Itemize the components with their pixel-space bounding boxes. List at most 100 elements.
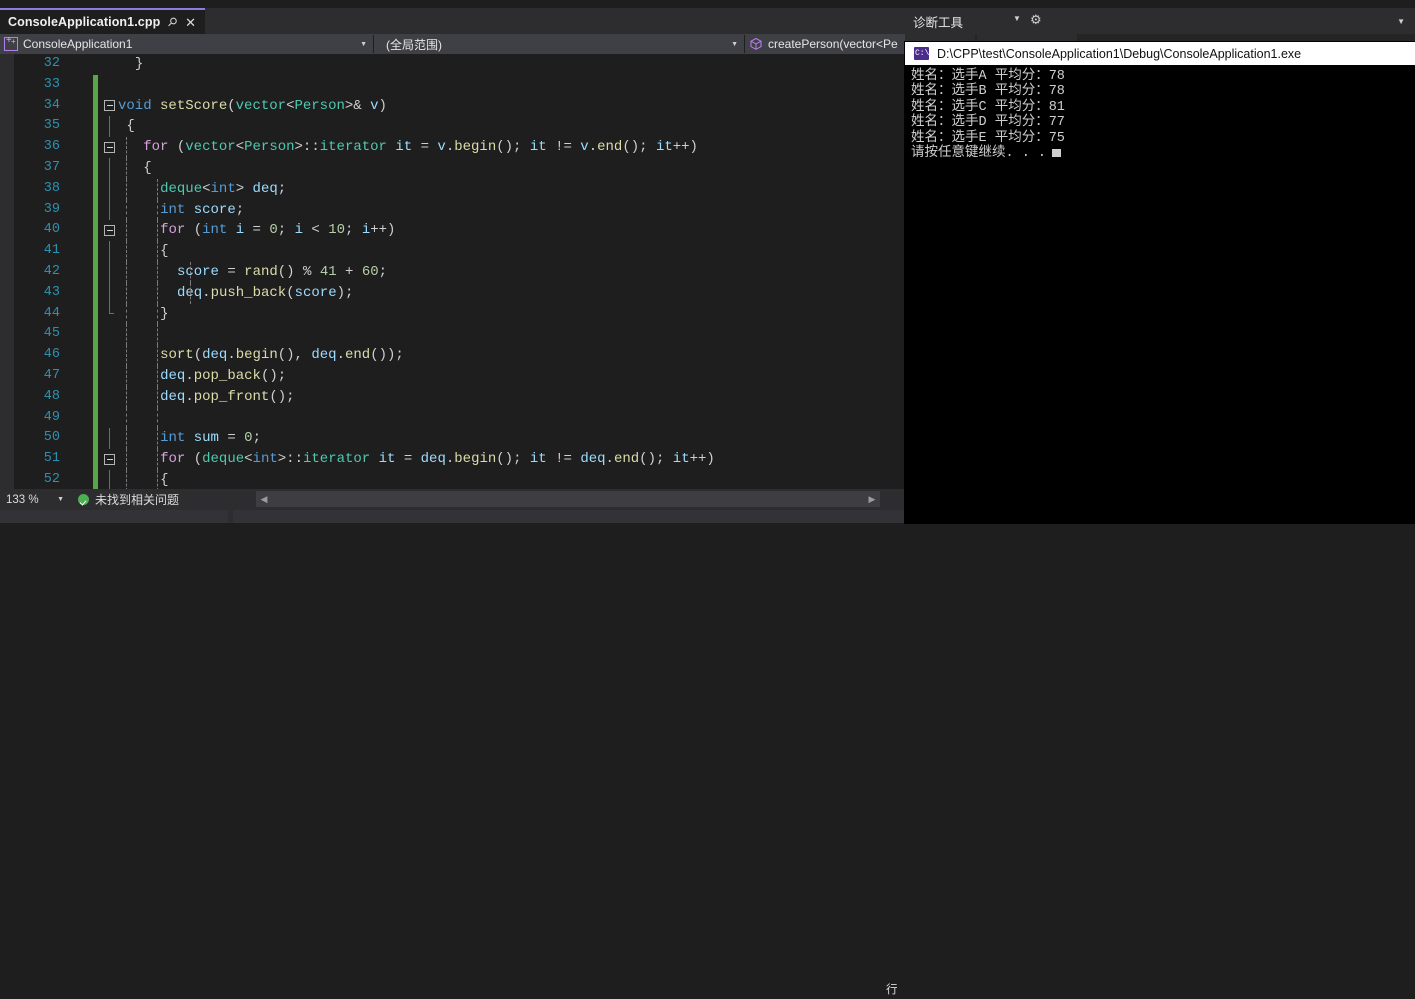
code-editor[interactable]: 32} 33 34 void setScore(vector<Person>& v) 3… — [0, 54, 905, 489]
code-token: pop_front — [193, 388, 270, 405]
outline-vertical-line — [109, 199, 110, 221]
console-output-line: 姓名：选手D 平均分：77 — [911, 115, 1065, 131]
line-number: 35 — [43, 118, 60, 134]
code-tokens: void setScore(vector<Person>& v) — [118, 98, 387, 114]
change-marker — [93, 386, 98, 408]
code-text: deque<int> deq; — [118, 178, 286, 200]
code-token: = — [218, 430, 245, 447]
code-token: + — [336, 263, 362, 280]
code-token: int — [160, 430, 186, 447]
console-output-line: 姓名：选手B 平均分：78 — [911, 84, 1065, 100]
code-line[interactable]: 47 deq.pop_back(); — [0, 365, 905, 387]
collapse-toggle-icon[interactable] — [104, 100, 115, 112]
code-token: () — [639, 451, 656, 468]
code-token: . — [445, 451, 455, 468]
issues-status[interactable]: 未找到相关问题 — [78, 489, 179, 510]
console-window[interactable]: D:\CPP\test\ConsoleApplication1\Debug\Co… — [905, 42, 1415, 523]
line-number: 52 — [43, 471, 60, 487]
close-icon[interactable]: ✕ — [185, 16, 196, 29]
cpp-project-icon — [4, 35, 18, 51]
console-output-line: 请按任意键继续. . . — [911, 146, 1415, 161]
project-selector-dropdown[interactable]: ConsoleApplication1 ▼ — [4, 35, 374, 53]
code-line[interactable]: 43 deq.push_back(score); — [0, 282, 905, 304]
line-number: 51 — [43, 451, 60, 467]
code-line[interactable]: 36 for (vector<Person>::iterator it = v.b… — [0, 137, 905, 158]
line-number: 45 — [43, 326, 60, 342]
member-selector-dropdown[interactable]: createPerson(vector<Pe — [749, 35, 905, 53]
scope-selector-label: (全局范围) — [386, 37, 442, 52]
visual-studio-window: ConsoleApplication1.cpp ⚲ ✕ ConsoleAppli… — [0, 0, 1415, 996]
code-token: 10 — [328, 222, 346, 239]
code-line[interactable]: 39 int score; — [0, 199, 905, 221]
code-line[interactable]: 41 { — [0, 241, 905, 262]
change-marker — [93, 74, 98, 96]
code-line[interactable]: 37 { — [0, 157, 905, 179]
code-token: ++) — [370, 222, 396, 239]
document-tab-consoleapplication1-cpp[interactable]: ConsoleApplication1.cpp ⚲ ✕ — [0, 8, 205, 34]
code-line[interactable]: 50 int sum = 0; — [0, 428, 905, 450]
caret-right-icon[interactable]: ▶ — [864, 491, 880, 507]
code-text: deq.push_back(score); — [118, 282, 353, 304]
code-line[interactable]: 38 deque<int> deq; — [0, 178, 905, 200]
code-line[interactable]: 49 — [0, 407, 905, 429]
zoom-level-control[interactable]: 133 % ▼ — [0, 489, 72, 510]
code-tokens: deque<int> deq; — [160, 181, 286, 197]
collapse-toggle-icon[interactable] — [104, 141, 115, 153]
code-text: { — [118, 241, 169, 262]
code-line[interactable]: 46 sort(deq.begin(), deq.end()); — [0, 345, 905, 366]
console-output-area[interactable]: 姓名：选手A 平均分：78 姓名：选手B 平均分：78 姓名：选手C 平均分：81 姓… — [905, 65, 1415, 523]
code-tokens: deq.pop_front(); — [160, 389, 294, 405]
collapse-toggle-icon[interactable] — [104, 453, 115, 465]
chevron-down-icon[interactable]: ▼ — [1397, 17, 1405, 26]
change-marker — [93, 469, 98, 489]
code-tokens: deq.pop_back(); — [160, 368, 286, 384]
code-token: void — [118, 97, 152, 114]
line-number: 48 — [43, 388, 60, 404]
line-number: 43 — [43, 284, 60, 300]
code-token: Person — [294, 97, 345, 114]
code-token: setScore — [160, 97, 228, 114]
outline-vertical-line — [109, 178, 110, 200]
console-window-title: D:\CPP\test\ConsoleApplication1\Debug\Co… — [937, 46, 1302, 61]
code-line[interactable]: 40 for (int i = 0; i < 10; i++) — [0, 220, 905, 242]
console-output-line: 姓名：选手C 平均分：81 — [911, 99, 1065, 115]
code-line[interactable]: 42 score = rand() % 41 + 60; — [0, 261, 905, 283]
code-text: sort(deq.begin(), deq.end()); — [118, 345, 404, 366]
code-line[interactable]: 48 deq.pop_front(); — [0, 386, 905, 408]
code-line[interactable]: 32} — [0, 54, 905, 75]
bottom-bar-segment-left — [0, 510, 228, 523]
bottom-bar-segment-right — [233, 510, 905, 523]
code-token: ( — [193, 347, 203, 364]
code-line[interactable]: 45 — [0, 324, 905, 346]
console-window-titlebar[interactable]: D:\CPP\test\ConsoleApplication1\Debug\Co… — [905, 42, 1415, 65]
code-token: (), — [277, 347, 312, 364]
gear-icon[interactable]: ⚙ — [1030, 13, 1044, 27]
caret-left-icon[interactable]: ◀ — [256, 491, 272, 507]
code-line[interactable]: 34 void setScore(vector<Person>& v) — [0, 95, 905, 117]
code-tokens: { — [143, 160, 151, 176]
tab-row-empty-area — [205, 8, 905, 34]
code-token: score — [176, 263, 219, 280]
line-number: 41 — [43, 243, 60, 259]
code-text: int score; — [118, 199, 244, 221]
scope-selector-dropdown[interactable]: (全局范围) ▼ — [378, 35, 745, 53]
code-token: ; — [277, 180, 287, 197]
code-line[interactable]: 33 — [0, 74, 905, 96]
code-token: != — [546, 451, 581, 468]
change-marker — [93, 282, 98, 304]
chevron-down-icon[interactable]: ▼ — [1013, 14, 1021, 23]
code-line[interactable]: 35 { — [0, 116, 905, 138]
collapse-toggle-icon[interactable] — [104, 224, 115, 236]
code-line[interactable]: 44} — [0, 303, 905, 325]
code-line[interactable]: 51 for (deque<int>::iterator it = deq.beg… — [0, 449, 905, 470]
code-line[interactable]: 52 { — [0, 469, 905, 489]
code-token: ; — [639, 139, 656, 156]
pin-icon[interactable]: ⚲ — [165, 14, 181, 30]
code-token: . — [185, 367, 194, 384]
change-marker — [93, 116, 98, 138]
code-token: iterator — [302, 451, 371, 468]
code-token: ( — [227, 97, 236, 114]
line-number: 46 — [43, 347, 60, 363]
horizontal-scrollbar[interactable]: ◀ ▶ — [256, 491, 880, 507]
diagnostic-tools-header[interactable]: 诊断工具 ▼ — [905, 8, 1415, 34]
